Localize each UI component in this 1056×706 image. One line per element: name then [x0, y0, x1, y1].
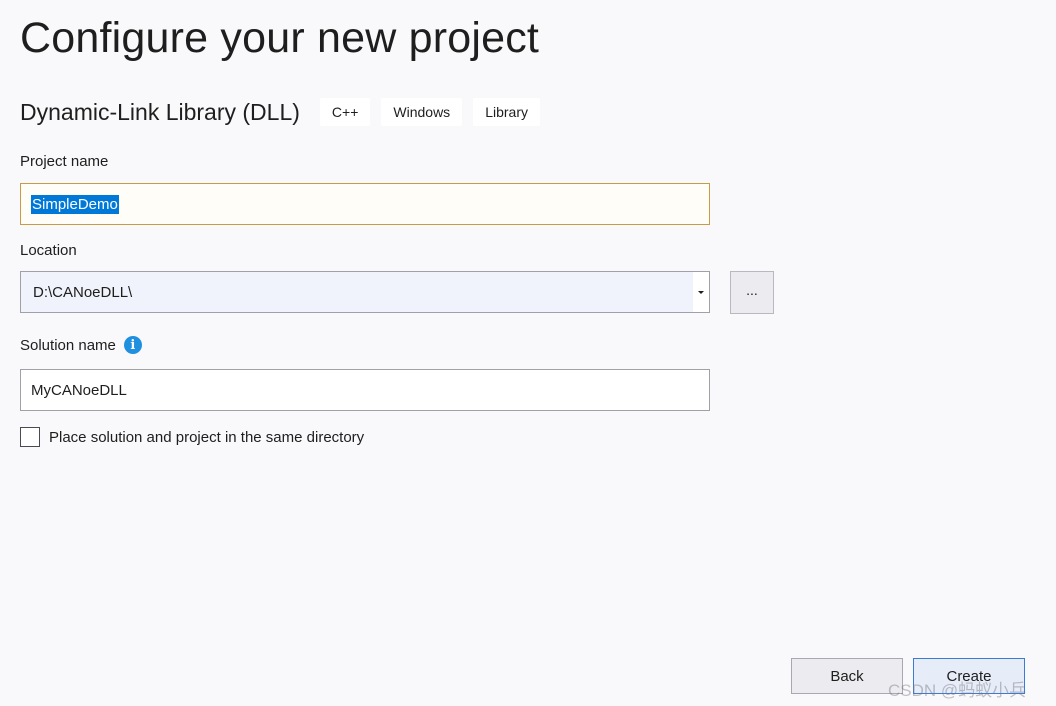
dropdown-arrow-icon[interactable] [693, 272, 709, 312]
same-directory-option[interactable]: Place solution and project in the same d… [20, 427, 364, 447]
project-name-label: Project name [20, 153, 109, 170]
back-button[interactable]: Back [791, 658, 903, 694]
location-label: Location [20, 242, 77, 259]
solution-name-label: Solution name [20, 336, 116, 354]
template-header: Dynamic-Link Library (DLL) C++ Windows L… [20, 96, 551, 128]
tag-language: C++ [319, 98, 371, 126]
info-icon[interactable]: i [123, 336, 142, 354]
same-directory-label[interactable]: Place solution and project in the same d… [49, 429, 364, 446]
solution-name-label-row: Solution name i [20, 336, 142, 354]
location-combobox[interactable]: D:\CANoeDLL\ [20, 271, 710, 313]
template-name: Dynamic-Link Library (DLL) [20, 98, 300, 125]
tag-project-type: Library [473, 98, 540, 126]
browse-location-button[interactable]: ... [730, 271, 774, 314]
tag-platform: Windows [381, 98, 463, 126]
solution-name-value: MyCANoeDLL [31, 381, 127, 399]
page-title: Configure your new project [20, 14, 540, 62]
project-name-value: SimpleDemo [31, 194, 119, 214]
project-name-input[interactable]: SimpleDemo [20, 183, 710, 225]
location-value: D:\CANoeDLL\ [33, 283, 133, 301]
same-directory-checkbox[interactable] [20, 427, 40, 447]
watermark: CSDN @蚂蚁小兵 [888, 681, 1027, 700]
solution-name-input[interactable]: MyCANoeDLL [20, 369, 710, 411]
